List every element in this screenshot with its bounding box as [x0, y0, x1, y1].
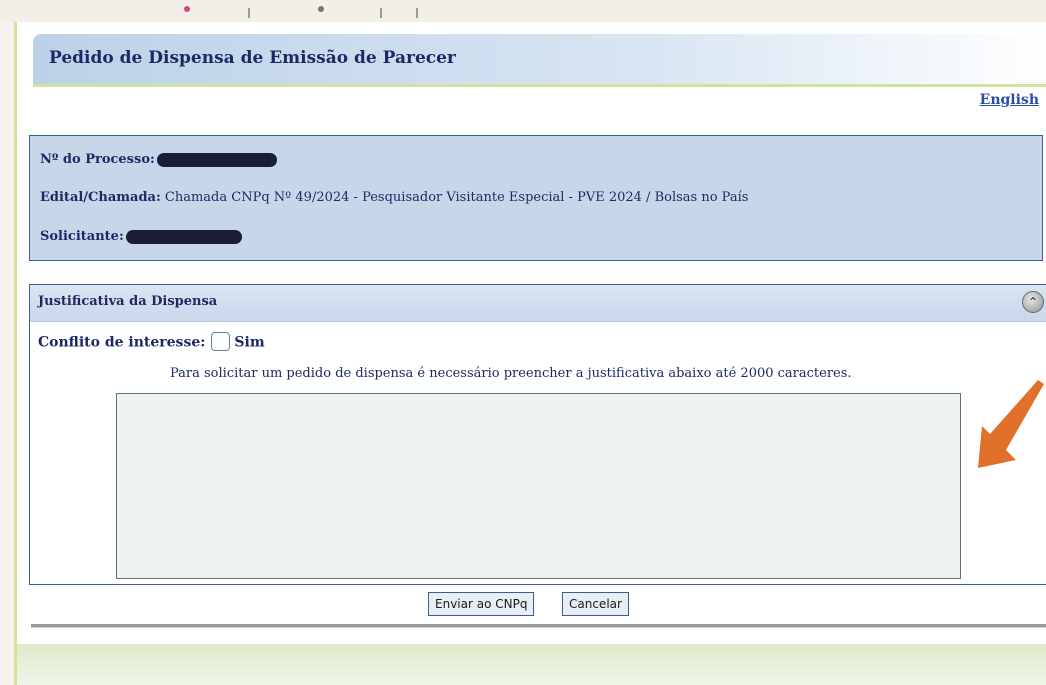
decorative-dot: [318, 6, 324, 12]
decorative-tick: [248, 8, 250, 18]
edital-value: Chamada CNPq Nº 49/2024 - Pesquisador Vi…: [164, 190, 749, 205]
processo-row: Nº do Processo:: [40, 152, 277, 167]
cancel-button[interactable]: Cancelar: [562, 592, 629, 616]
decorative-tick: [380, 8, 382, 18]
processo-label: Nº do Processo:: [40, 152, 155, 167]
annotation-arrow-icon: [978, 380, 1044, 468]
english-language-link[interactable]: English: [980, 92, 1039, 108]
justificativa-panel: Justificativa da Dispensa ⌃ Conflito de …: [29, 284, 1046, 585]
justificativa-textarea[interactable]: [116, 393, 961, 579]
collapse-icon[interactable]: ⌃: [1022, 291, 1044, 313]
solicitante-label: Solicitante:: [40, 229, 124, 244]
justificativa-title: Justificativa da Dispensa: [38, 294, 218, 309]
edital-label: Edital/Chamada:: [40, 190, 161, 205]
send-to-cnpq-button[interactable]: Enviar ao CNPq: [428, 592, 535, 616]
redacted-solicitante-value: [125, 229, 242, 244]
section-divider: [31, 624, 1046, 628]
process-info-panel: Nº do Processo: Edital/Chamada: Chamada …: [29, 135, 1043, 261]
instruction-text: Para solicitar um pedido de dispensa é n…: [170, 366, 852, 381]
page-content: Pedido de Dispensa de Emissão de Parecer…: [14, 22, 1046, 685]
conflict-label: Conflito de interesse:: [38, 334, 206, 351]
annotation-arrow-shape: [978, 380, 1044, 468]
conflict-row: Conflito de interesse: Sim: [38, 332, 265, 353]
redacted-processo-value: [156, 152, 277, 167]
conflict-checkbox[interactable]: [211, 332, 231, 351]
page-title: Pedido de Dispensa de Emissão de Parecer: [49, 48, 456, 68]
decorative-tick: [416, 8, 418, 18]
conflict-option-label: Sim: [234, 334, 265, 351]
solicitante-row: Solicitante:: [40, 229, 242, 244]
justificativa-header: Justificativa da Dispensa ⌃: [30, 285, 1046, 322]
edital-row: Edital/Chamada: Chamada CNPq Nº 49/2024 …: [40, 190, 748, 205]
browser-top-strip: [0, 0, 1046, 22]
footer-band: [17, 644, 1046, 685]
decorative-dot: [184, 6, 190, 12]
